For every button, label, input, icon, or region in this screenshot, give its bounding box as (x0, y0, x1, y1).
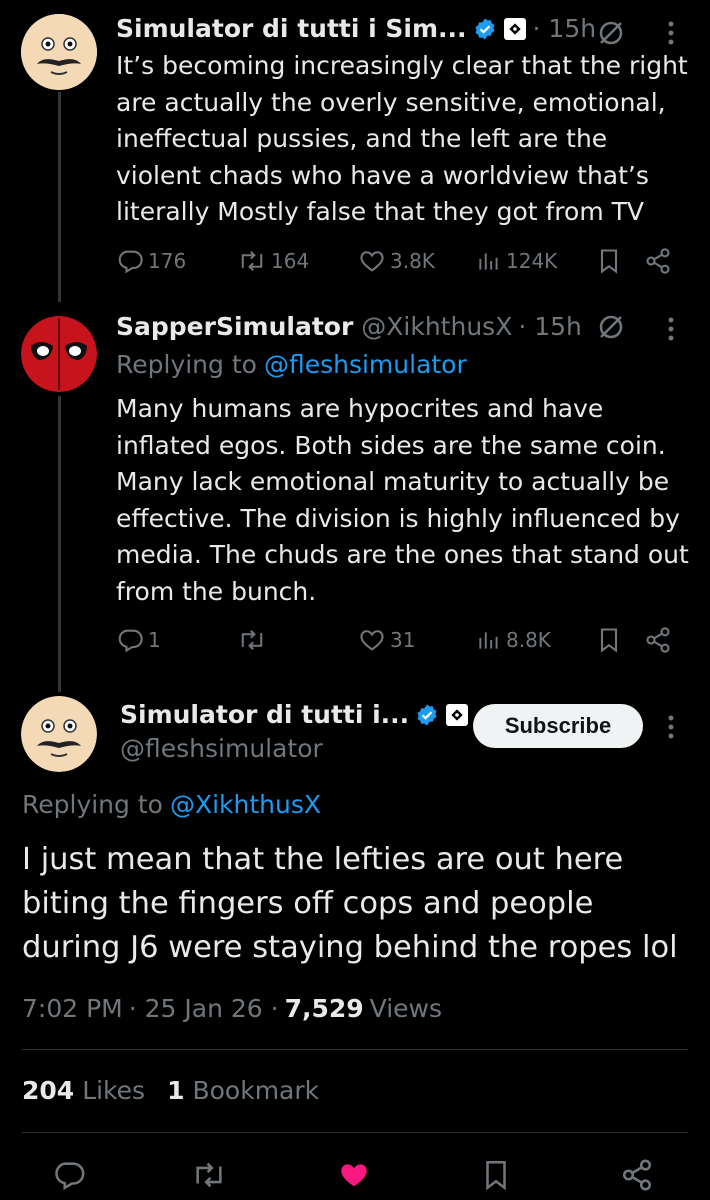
tweet-actions: 1 31 8.8K (116, 626, 676, 660)
divider (22, 1049, 688, 1050)
views-label: Views (369, 994, 443, 1023)
repost-count: 164 (271, 249, 310, 273)
like-button[interactable]: 31 (358, 626, 415, 654)
display-name[interactable]: Simulator di tutti i Sim... (116, 14, 467, 43)
replying-handle-link[interactable]: @XikhthusX (170, 790, 321, 819)
tweet-header: Simulator di tutti i... (120, 700, 469, 729)
replying-prefix: Replying to (22, 790, 163, 819)
share-icon (622, 1159, 652, 1191)
timestamp[interactable]: · 15h (533, 14, 597, 43)
views-icon (479, 632, 498, 649)
repost-icon (241, 630, 263, 650)
bookmark-button[interactable] (597, 626, 621, 654)
avatar[interactable] (21, 14, 97, 90)
reply-count: 176 (148, 249, 187, 273)
views-button[interactable]: 8.8K (476, 626, 551, 654)
share-button[interactable] (644, 626, 672, 654)
tweet-header: SapperSimulator @XikhthusX · 15h (116, 312, 582, 341)
bookmark-icon (600, 628, 618, 653)
views-icon (479, 253, 498, 270)
views-count: 124K (506, 249, 558, 273)
timestamp-row: 7:02 PM · 25 Jan 26 · 7,529 Views (22, 994, 442, 1023)
thread-line (58, 92, 61, 302)
bookmarks-stat[interactable]: 1 Bookmark (167, 1076, 319, 1105)
repost-button[interactable]: 164 (237, 247, 309, 275)
timestamp[interactable]: · 15h (518, 312, 582, 341)
divider (22, 1132, 688, 1133)
like-icon (360, 630, 384, 651)
affiliate-badge-icon (445, 703, 469, 727)
grok-icon[interactable] (596, 18, 626, 52)
reply-button[interactable]: 1 (116, 626, 161, 654)
like-icon (341, 1164, 367, 1187)
verified-icon (415, 703, 439, 727)
handle-row: @fleshsimulator (120, 734, 323, 763)
tweet-text: I just mean that the lefties are out her… (22, 842, 678, 965)
bookmark-button[interactable] (481, 1158, 511, 1196)
bookmark-button[interactable] (597, 247, 621, 275)
reply-button[interactable]: 176 (116, 247, 186, 275)
replying-handle-link[interactable]: @fleshsimulator (264, 350, 467, 379)
tweet-date[interactable]: · 25 Jan 26 · (129, 994, 279, 1023)
handle[interactable]: @fleshsimulator (120, 734, 323, 763)
avatar[interactable] (21, 316, 97, 392)
likes-label: Likes (82, 1076, 146, 1105)
replying-to: Replying to @fleshsimulator (116, 350, 467, 379)
bookmark-icon (486, 1160, 506, 1191)
like-count: 31 (390, 628, 416, 652)
views-button[interactable]: 124K (476, 247, 557, 275)
repost-icon (241, 251, 263, 271)
bookmark-icon (600, 249, 618, 274)
subscribe-button[interactable]: Subscribe (473, 704, 643, 748)
reply-icon (118, 629, 143, 653)
reply-count: 1 (148, 628, 161, 652)
engagement-stats: 204 Likes 1 Bookmark (22, 1076, 319, 1105)
share-icon (646, 627, 670, 653)
tweet-actions: 176 164 3.8K 124K (116, 247, 676, 281)
bookmarks-count: 1 (167, 1076, 185, 1105)
reply-icon (55, 1162, 85, 1191)
like-button[interactable] (336, 1158, 372, 1196)
more-icon[interactable] (666, 20, 676, 50)
share-button[interactable] (620, 1158, 654, 1196)
like-count: 3.8K (390, 249, 435, 273)
tweet-time[interactable]: 7:02 PM (22, 994, 123, 1023)
affiliate-badge-icon (503, 17, 527, 41)
views-count: 8.8K (506, 628, 551, 652)
more-icon[interactable] (666, 316, 676, 346)
likes-count: 204 (22, 1076, 75, 1105)
share-button[interactable] (644, 247, 672, 275)
like-icon (360, 251, 384, 272)
reply-icon (118, 250, 143, 274)
grok-icon[interactable] (596, 312, 626, 346)
likes-stat[interactable]: 204 Likes (22, 1076, 145, 1105)
display-name[interactable]: Simulator di tutti i... (120, 700, 409, 729)
display-name[interactable]: SapperSimulator (116, 312, 353, 341)
replying-to: Replying to @XikhthusX (22, 790, 321, 819)
views-count: 7,529 (284, 994, 364, 1023)
verified-icon (473, 17, 497, 41)
avatar[interactable] (21, 696, 97, 772)
repost-button[interactable] (190, 1158, 228, 1196)
like-button[interactable]: 3.8K (358, 247, 435, 275)
repost-icon (196, 1162, 222, 1188)
replying-prefix: Replying to (116, 350, 257, 379)
reply-button[interactable] (52, 1158, 86, 1196)
more-icon[interactable] (666, 714, 676, 744)
thread-line (58, 396, 61, 692)
tweet-text: It’s becoming increasingly clear that th… (116, 51, 688, 226)
share-icon (646, 248, 670, 274)
repost-button[interactable] (237, 626, 271, 654)
tweet-text: Many humans are hypocrites and have infl… (116, 394, 689, 606)
bookmarks-label: Bookmark (192, 1076, 320, 1105)
handle[interactable]: @XikhthusX (361, 312, 512, 341)
tweet-header: Simulator di tutti i Sim... · 15h (116, 14, 596, 43)
